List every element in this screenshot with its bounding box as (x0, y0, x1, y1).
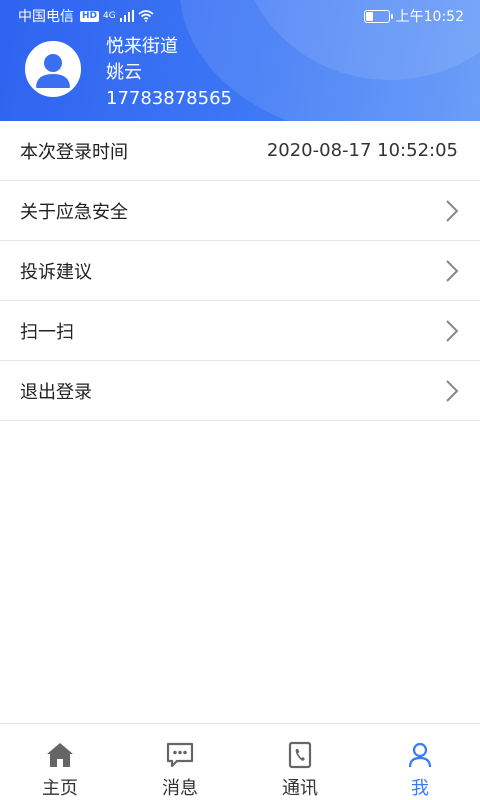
feedback-label: 投诉建议 (20, 261, 92, 283)
logout-label: 退出登录 (20, 381, 92, 403)
tab-me-label: 我 (411, 778, 429, 799)
tab-contacts-label: 通讯 (282, 778, 318, 799)
battery-icon (363, 9, 393, 23)
profile-name: 姚云 (106, 62, 142, 83)
tab-home-label: 主页 (42, 778, 78, 799)
home-icon (47, 743, 73, 767)
chevron-right-icon (446, 380, 459, 402)
phone-book-icon (288, 741, 312, 769)
login-time-label: 本次登录时间 (20, 141, 128, 163)
login-time-row: 本次登录时间 2020-08-17 10:52:05 (0, 121, 480, 181)
settings-list: 本次登录时间 2020-08-17 10:52:05 关于应急安全 投诉建议 扫… (0, 121, 480, 421)
network-label: 4G (103, 11, 116, 21)
avatar[interactable] (25, 41, 81, 97)
carrier-label: 中国电信 (18, 9, 74, 25)
scan-row[interactable]: 扫一扫 (0, 301, 480, 361)
logout-row[interactable]: 退出登录 (0, 361, 480, 421)
profile-phone: 17783878565 (106, 88, 232, 109)
tab-messages[interactable]: 消息 (120, 724, 240, 800)
feedback-row[interactable]: 投诉建议 (0, 241, 480, 301)
profile-org: 悦来街道 (106, 36, 178, 57)
bottom-tab-bar: 主页 消息 通讯 我 (0, 723, 480, 800)
tab-me[interactable]: 我 (360, 724, 480, 800)
chevron-right-icon (446, 260, 459, 282)
clock-label: 上午10:52 (395, 9, 464, 25)
login-time-value: 2020-08-17 10:52:05 (266, 140, 458, 161)
scan-label: 扫一扫 (20, 321, 74, 343)
hd-badge: HD (80, 10, 100, 22)
chevron-right-icon (446, 200, 459, 222)
tab-messages-label: 消息 (162, 778, 198, 799)
about-label: 关于应急安全 (20, 201, 128, 223)
message-icon (166, 742, 194, 768)
tab-home[interactable]: 主页 (0, 724, 120, 800)
about-row[interactable]: 关于应急安全 (0, 181, 480, 241)
wifi-icon (138, 10, 154, 22)
chevron-right-icon (446, 320, 459, 342)
user-avatar-icon (36, 54, 70, 88)
profile-info: 悦来街道 姚云 17783878565 (106, 34, 232, 112)
user-icon (408, 742, 432, 768)
signal-icon (119, 10, 134, 22)
profile-header: 中国电信 HD 4G 上午10:52 悦来街道 姚云 17783878565 (0, 0, 480, 121)
tab-contacts[interactable]: 通讯 (240, 724, 360, 800)
status-bar: 中国电信 HD 4G 上午10:52 (0, 0, 480, 30)
